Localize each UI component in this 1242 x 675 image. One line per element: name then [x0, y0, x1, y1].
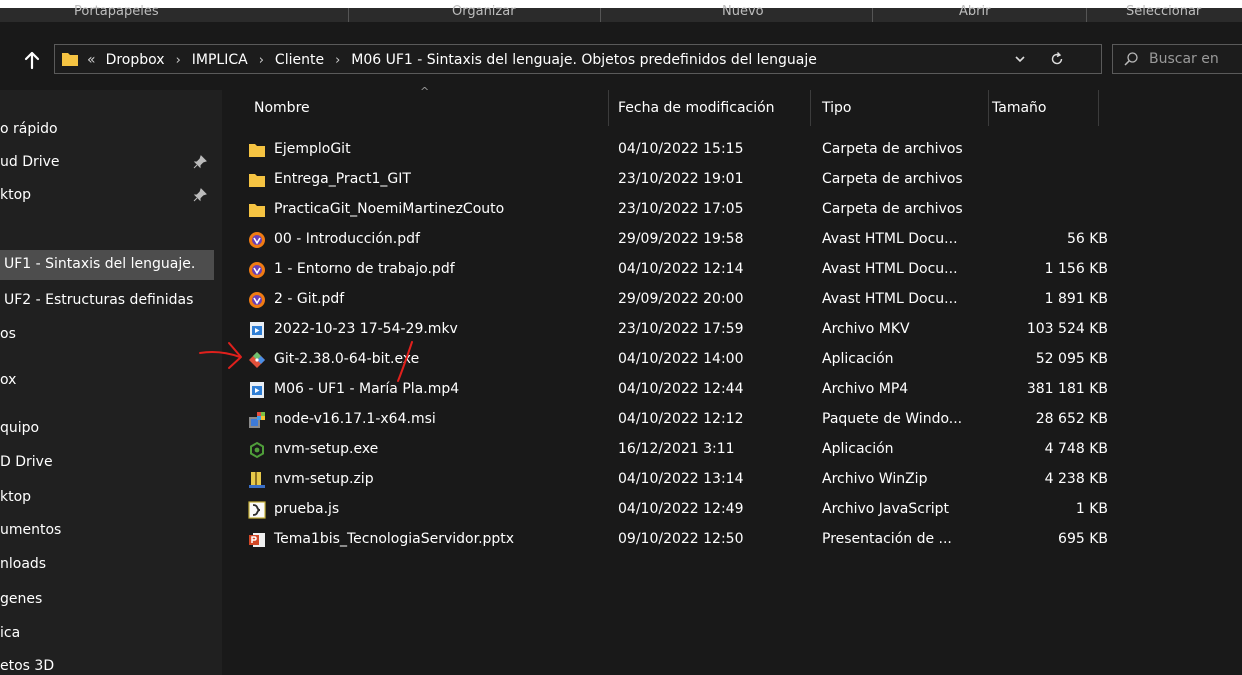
chevron-down-icon[interactable]: [1013, 52, 1027, 66]
ribbon-separator: [872, 8, 873, 22]
column-header-size[interactable]: Tamaño: [988, 90, 1098, 126]
ribbon: Portapapeles Organizar Nuevo Abrir Selec…: [0, 0, 1242, 22]
sidebar-item-3d-objects[interactable]: etos 3D: [0, 652, 214, 675]
ribbon-group-nuevo[interactable]: Nuevo: [722, 4, 764, 19]
navigation-pane: o rápido ud Drive ktop UF1 - Sintaxis de…: [0, 90, 222, 675]
sidebar-item-m06-uf2[interactable]: UF2 - Estructuras definidas: [0, 286, 214, 316]
refresh-icon[interactable]: [1049, 51, 1065, 67]
column-header-date[interactable]: Fecha de modificación: [608, 90, 810, 126]
column-header-type[interactable]: Tipo: [810, 90, 988, 126]
sidebar-item-3d-drive[interactable]: D Drive: [0, 448, 214, 478]
ribbon-separator: [348, 8, 349, 22]
chevron-right-icon[interactable]: ›: [259, 53, 264, 68]
git-icon: [249, 352, 265, 368]
file-row[interactable]: Tema1bis_TecnologiaServidor.pptx 09/10/2…: [242, 525, 1120, 555]
js-icon: [248, 501, 266, 519]
ribbon-group-seleccionar[interactable]: Seleccionar: [1126, 4, 1201, 19]
file-row[interactable]: 2022-10-23 17-54-29.mkv 23/10/2022 17:59…: [242, 315, 1120, 345]
chevron-right-icon[interactable]: ›: [335, 53, 340, 68]
breadcrumb-implica[interactable]: IMPLICA: [192, 52, 248, 68]
video-icon: [250, 322, 264, 338]
folder-icon: [62, 53, 78, 66]
sidebar-item-documents[interactable]: umentos: [0, 516, 214, 546]
sidebar-item-images[interactable]: genes: [0, 585, 214, 615]
up-arrow-icon[interactable]: [22, 50, 42, 70]
sidebar-item-desktop[interactable]: ktop: [0, 181, 214, 211]
file-row[interactable]: nvm-setup.exe 16/12/2021 3:11 Aplicación…: [242, 435, 1120, 465]
chevron-right-icon[interactable]: ›: [176, 53, 181, 68]
sidebar-item-quick-access[interactable]: o rápido: [0, 115, 214, 145]
folder-icon: [249, 144, 265, 157]
video-icon: [250, 382, 264, 398]
file-row[interactable]: nvm-setup.zip 04/10/2022 13:14 Archivo W…: [242, 465, 1120, 495]
file-list: ^ Nombre Fecha de modificación Tipo Tama…: [222, 85, 1242, 675]
sidebar-item-m06-uf1[interactable]: UF1 - Sintaxis del lenguaje.: [0, 250, 214, 280]
sidebar-item-videos[interactable]: os: [0, 320, 214, 350]
search-icon: [1124, 52, 1138, 66]
file-row[interactable]: EjemploGit 04/10/2022 15:15 Carpeta de a…: [242, 135, 1120, 165]
pdf-icon: [249, 262, 265, 278]
ribbon-group-portapapeles[interactable]: Portapapeles: [74, 4, 159, 19]
pin-icon[interactable]: [193, 188, 207, 202]
file-row[interactable]: PracticaGit_NoemiMartinezCouto 23/10/202…: [242, 195, 1120, 225]
sidebar-item-downloads[interactable]: nloads: [0, 550, 214, 580]
column-divider[interactable]: [1098, 90, 1099, 126]
search-placeholder: Buscar en: [1149, 51, 1219, 67]
address-row: « Dropbox › IMPLICA › Cliente › M06 UF1 …: [0, 38, 1242, 82]
pptx-icon: [249, 533, 265, 547]
sidebar-item-music[interactable]: ica: [0, 619, 214, 649]
sidebar-item-this-pc[interactable]: quipo: [0, 414, 214, 444]
breadcrumb: « Dropbox › IMPLICA › Cliente › M06 UF1 …: [87, 51, 817, 69]
ribbon-group-organizar[interactable]: Organizar: [452, 4, 516, 19]
file-row[interactable]: 1 - Entorno de trabajo.pdf 04/10/2022 12…: [242, 255, 1120, 285]
breadcrumb-cliente[interactable]: Cliente: [275, 52, 324, 68]
sidebar-item-desktop-pc[interactable]: ktop: [0, 483, 214, 513]
file-row[interactable]: Git-2.38.0-64-bit.exe 04/10/2022 14:00 A…: [242, 345, 1120, 375]
breadcrumb-current-folder[interactable]: M06 UF1 - Sintaxis del lenguaje. Objetos…: [351, 52, 817, 68]
file-row[interactable]: Entrega_Pract1_GIT 23/10/2022 19:01 Carp…: [242, 165, 1120, 195]
search-input[interactable]: Buscar en: [1112, 44, 1242, 74]
installer-icon: [249, 412, 265, 428]
file-row[interactable]: node-v16.17.1-x64.msi 04/10/2022 12:12 P…: [242, 405, 1120, 435]
address-bar[interactable]: « Dropbox › IMPLICA › Cliente › M06 UF1 …: [54, 44, 1102, 74]
folder-icon: [249, 204, 265, 217]
ribbon-top-strip: [0, 0, 1242, 8]
sort-ascending-icon: ^: [420, 85, 430, 98]
sidebar-item-dropbox[interactable]: ox: [0, 366, 214, 396]
folder-icon: [249, 174, 265, 187]
ribbon-separator: [600, 8, 601, 22]
breadcrumb-dropbox[interactable]: Dropbox: [106, 52, 165, 68]
sidebar-item-icloud-drive[interactable]: ud Drive: [0, 148, 214, 178]
file-row[interactable]: M06 - UF1 - María Pla.mp4 04/10/2022 12:…: [242, 375, 1120, 405]
file-row[interactable]: 2 - Git.pdf 29/09/2022 20:00 Avast HTML …: [242, 285, 1120, 315]
exe-icon: [250, 441, 264, 459]
pdf-icon: [249, 292, 265, 308]
column-header-name[interactable]: ^ Nombre: [222, 85, 608, 126]
ribbon-separator: [1086, 8, 1087, 22]
file-row[interactable]: prueba.js 04/10/2022 12:49 Archivo JavaS…: [242, 495, 1120, 525]
file-row[interactable]: 00 - Introducción.pdf 29/09/2022 19:58 A…: [242, 225, 1120, 255]
breadcrumb-overflow-icon[interactable]: «: [87, 52, 96, 68]
pdf-icon: [249, 232, 265, 248]
zip-icon: [249, 472, 265, 488]
ribbon-group-abrir[interactable]: Abrir: [959, 4, 990, 19]
pin-icon[interactable]: [193, 155, 207, 169]
